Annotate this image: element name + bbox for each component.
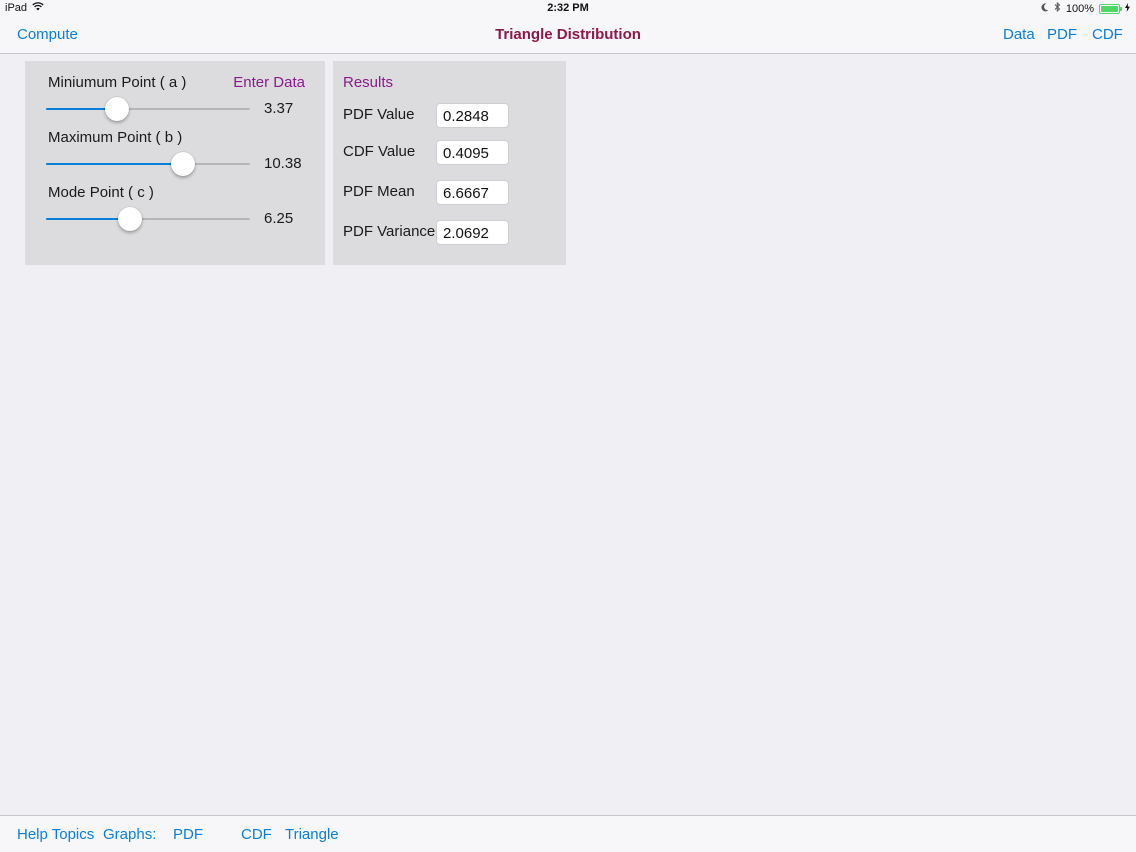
status-time: 2:32 PM xyxy=(547,2,589,14)
min-point-slider[interactable] xyxy=(46,95,250,123)
battery-percent: 100% xyxy=(1065,2,1094,15)
results-panel: Results PDF Value 0.2848 CDF Value 0.409… xyxy=(333,61,566,265)
pdf-value-label: PDF Value xyxy=(343,106,415,123)
min-point-label: Miniumum Point ( a ) xyxy=(48,74,187,91)
status-bar: iPad 2:32 PM 100% xyxy=(0,0,1136,17)
mode-point-value: 6.25 xyxy=(264,210,294,227)
slider-thumb[interactable] xyxy=(170,152,195,176)
cdf-button[interactable]: CDF xyxy=(1092,26,1123,43)
slider-thumb[interactable] xyxy=(105,97,130,121)
charging-icon xyxy=(1125,2,1130,15)
pdf-variance-field[interactable]: 2.0692 xyxy=(436,220,509,245)
slider-thumb[interactable] xyxy=(117,207,142,231)
status-right: 100% xyxy=(1041,1,1130,15)
enter-data-button[interactable]: Enter Data xyxy=(233,74,305,91)
results-title: Results xyxy=(343,74,394,91)
moon-icon xyxy=(1041,2,1049,15)
pdf-graph-button[interactable]: PDF xyxy=(173,826,203,843)
page-title: Triangle Distribution xyxy=(495,26,641,43)
pdf-button[interactable]: PDF xyxy=(1047,26,1077,43)
input-panel: Enter Data Miniumum Point ( a ) 3.37 Max… xyxy=(25,61,325,265)
mode-point-slider[interactable] xyxy=(46,205,250,233)
cdf-value-field[interactable]: 0.4095 xyxy=(436,140,509,165)
max-point-slider[interactable] xyxy=(46,150,250,178)
help-topics-button[interactable]: Help Topics xyxy=(17,826,94,843)
slider-fill xyxy=(46,163,183,165)
pdf-mean-label: PDF Mean xyxy=(343,183,415,200)
min-point-value: 3.37 xyxy=(264,100,294,117)
battery-icon xyxy=(1099,3,1122,14)
max-point-label: Maximum Point ( b ) xyxy=(48,129,183,146)
bluetooth-icon xyxy=(1054,1,1061,15)
cdf-value-label: CDF Value xyxy=(343,143,416,160)
pdf-mean-field[interactable]: 6.6667 xyxy=(436,180,509,205)
nav-bar: Compute Triangle Distribution Data PDF C… xyxy=(0,17,1136,54)
triangle-graph-button[interactable]: Triangle xyxy=(285,826,339,843)
pdf-value-field[interactable]: 0.2848 xyxy=(436,103,509,128)
data-button[interactable]: Data xyxy=(1003,26,1035,43)
graphs-label: Graphs: xyxy=(103,826,157,843)
max-point-value: 10.38 xyxy=(264,155,302,172)
mode-point-label: Mode Point ( c ) xyxy=(48,184,154,201)
pdf-variance-label: PDF Variance xyxy=(343,223,436,240)
bottom-toolbar: Help Topics Graphs: PDF CDF Triangle xyxy=(0,815,1136,852)
cdf-graph-button[interactable]: CDF xyxy=(241,826,272,843)
